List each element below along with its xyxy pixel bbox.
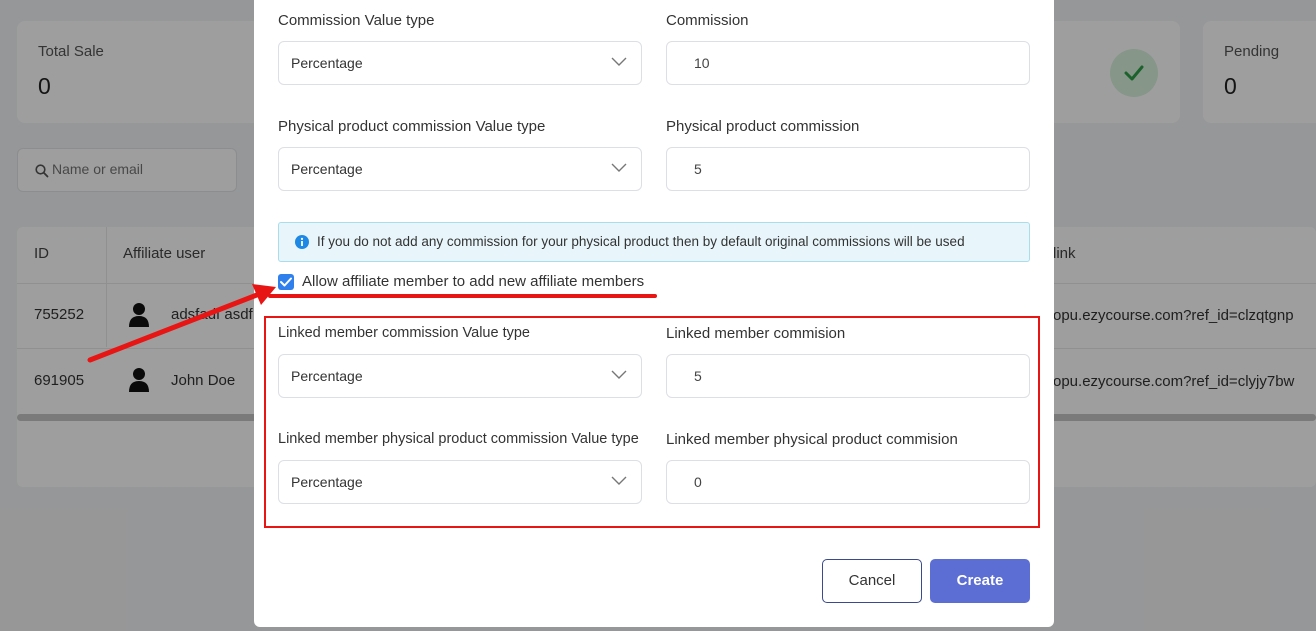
chevron-down-icon <box>611 163 627 172</box>
linked-commission-input[interactable]: 5 <box>666 354 1030 398</box>
selected-value: Percentage <box>291 368 363 384</box>
physical-commission-input[interactable]: 5 <box>666 147 1030 191</box>
create-button[interactable]: Create <box>930 559 1030 603</box>
linked-value-type-select[interactable]: Percentage <box>278 354 642 398</box>
commission-value: 10 <box>694 55 710 71</box>
physical-value-type-select[interactable]: Percentage <box>278 147 642 191</box>
physical-value-type-label: Physical product commission Value type <box>278 118 546 135</box>
cancel-button[interactable]: Cancel <box>822 559 922 603</box>
info-text: If you do not add any commission for you… <box>317 234 965 249</box>
create-affiliate-modal: Commission Value type Percentage Commiss… <box>254 0 1054 627</box>
allow-members-label[interactable]: Allow affiliate member to add new affili… <box>302 273 644 290</box>
chevron-down-icon <box>611 476 627 485</box>
checkmark-icon <box>280 277 292 287</box>
selected-value: Percentage <box>291 161 363 177</box>
linked-physical-commission-label: Linked member physical product commision <box>666 431 958 448</box>
commission-value-type-label: Commission Value type <box>278 12 435 29</box>
allow-members-checkbox[interactable] <box>278 274 294 290</box>
physical-commission-label: Physical product commission <box>666 118 860 135</box>
linked-commission-label: Linked member commision <box>666 325 846 342</box>
commission-input[interactable]: 10 <box>666 41 1030 85</box>
selected-value: Percentage <box>291 474 363 490</box>
linked-commission-value: 5 <box>694 368 702 384</box>
commission-value-type-select[interactable]: Percentage <box>278 41 642 85</box>
info-alert: If you do not add any commission for you… <box>278 222 1030 262</box>
chevron-down-icon <box>611 370 627 379</box>
chevron-down-icon <box>611 57 627 66</box>
annotation-underline <box>268 294 657 298</box>
linked-physical-value-type-select[interactable]: Percentage <box>278 460 642 504</box>
linked-physical-commission-input[interactable]: 0 <box>666 460 1030 504</box>
info-icon <box>295 235 309 249</box>
linked-value-type-label: Linked member commission Value type <box>278 325 530 341</box>
commission-label: Commission <box>666 12 749 29</box>
physical-commission-value: 5 <box>694 161 702 177</box>
selected-value: Percentage <box>291 55 363 71</box>
linked-physical-commission-value: 0 <box>694 474 702 490</box>
linked-physical-value-type-label: Linked member physical product commissio… <box>278 431 639 447</box>
